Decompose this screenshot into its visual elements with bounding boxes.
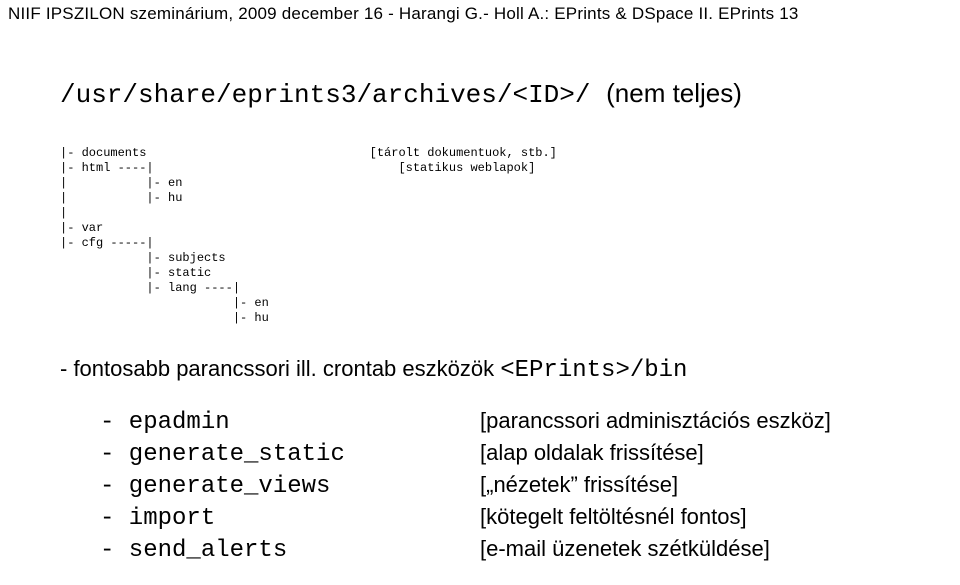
list-item: - send_alerts [e-mail üzenetek szétküldé… bbox=[100, 534, 960, 566]
tool-desc: [e-mail üzenetek szétküldése] bbox=[480, 536, 770, 562]
tool-name: - import bbox=[100, 505, 480, 532]
subheading: - fontosabb parancssori ill. crontab esz… bbox=[0, 326, 960, 384]
list-item: - generate_static [alap oldalak frissíté… bbox=[100, 438, 960, 470]
list-item: - import [kötegelt feltöltésnél fontos] bbox=[100, 502, 960, 534]
tool-name: - generate_static bbox=[100, 441, 480, 468]
list-item: - epadmin [parancssori adminisztációs es… bbox=[100, 406, 960, 438]
subheading-mono: <EPrints>/bin bbox=[500, 357, 687, 384]
tool-desc: [alap oldalak frissítése] bbox=[480, 440, 704, 466]
heading-path: /usr/share/eprints3/archives/<ID>/ bbox=[60, 80, 591, 110]
tool-desc: [kötegelt feltöltésnél fontos] bbox=[480, 504, 747, 530]
tool-name: - send_alerts bbox=[100, 537, 480, 564]
page-header: NIIF IPSZILON szeminárium, 2009 december… bbox=[0, 0, 960, 30]
list-item: - generate_views [„nézetek” frissítése] bbox=[100, 470, 960, 502]
section-heading: /usr/share/eprints3/archives/<ID>/ (nem … bbox=[0, 30, 960, 110]
directory-tree: |- documents [tárolt dokumentuok, stb.] … bbox=[0, 110, 960, 326]
tool-name: - generate_views bbox=[100, 473, 480, 500]
heading-note: (nem teljes) bbox=[606, 78, 742, 108]
tool-desc: [parancssori adminisztációs eszköz] bbox=[480, 408, 831, 434]
subheading-text: - fontosabb parancssori ill. crontab esz… bbox=[60, 356, 500, 381]
tools-list: - epadmin [parancssori adminisztációs es… bbox=[0, 384, 960, 566]
tool-desc: [„nézetek” frissítése] bbox=[480, 472, 678, 498]
tool-name: - epadmin bbox=[100, 409, 480, 436]
